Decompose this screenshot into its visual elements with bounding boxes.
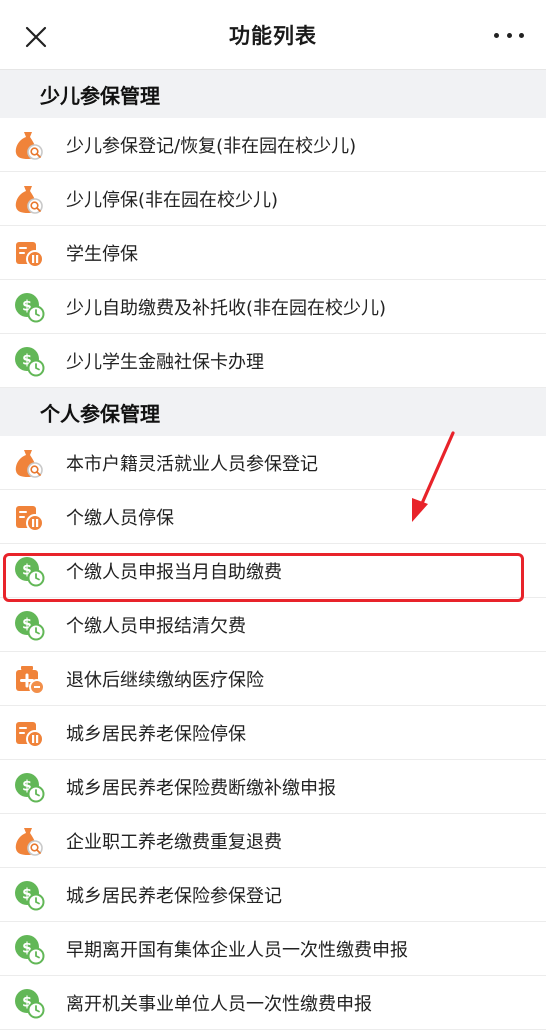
list-item-label: 少儿停保(非在园在校少儿) [66,189,279,211]
list-item[interactable]: 少儿自助缴费及补托收(非在园在校少儿) [0,280,546,334]
list-item[interactable]: 少儿参保登记/恢复(非在园在校少儿) [0,118,546,172]
list-item-label: 本市户籍灵活就业人员参保登记 [66,453,318,475]
list-item-label: 退休后继续缴纳医疗保险 [66,669,264,691]
list-item-label: 城乡居民养老保险费断缴补缴申报 [66,777,336,799]
list-item[interactable]: 少儿学生金融社保卡办理 [0,334,546,388]
list-item-label: 城乡居民养老保险参保登记 [66,885,282,907]
list-item-highlighted[interactable]: 个缴人员申报当月自助缴费 [0,544,546,598]
list-item-label: 企业职工养老缴费重复退费 [66,831,282,853]
list-item-label: 个缴人员停保 [66,507,174,529]
moneybag-search-icon [12,824,46,858]
list-item[interactable]: 少儿停保(非在园在校少儿) [0,172,546,226]
list-item[interactable]: 学生停保 [0,226,546,280]
coin-clock-icon [12,344,46,378]
coin-clock-icon [12,608,46,642]
title-bar: 功能列表 [0,0,546,70]
more-options-icon[interactable] [494,26,524,44]
list-item[interactable]: 本市户籍灵活就业人员参保登记 [0,436,546,490]
coin-clock-icon [12,986,46,1020]
list-item-label: 少儿自助缴费及补托收(非在园在校少儿) [66,297,387,319]
list-item[interactable]: 城乡居民养老保险费断缴补缴申报 [0,760,546,814]
page-title: 功能列表 [229,23,317,48]
coin-clock-icon [12,770,46,804]
pause-card-icon [12,716,46,750]
pause-card-icon [12,236,46,270]
list-item-label: 少儿学生金融社保卡办理 [66,351,264,373]
moneybag-search-icon [12,182,46,216]
list-item-label: 学生停保 [66,243,138,265]
list-item[interactable]: 早期离开国有集体企业人员一次性缴费申报 [0,922,546,976]
list-item[interactable]: 个缴人员申报结清欠费 [0,598,546,652]
coin-clock-icon [12,932,46,966]
coin-clock-icon [12,554,46,588]
list-item[interactable]: 企业职工养老缴费重复退费 [0,814,546,868]
moneybag-search-icon [12,128,46,162]
list-item[interactable]: 个缴人员停保 [0,490,546,544]
list-item[interactable]: 城乡居民养老保险参保登记 [0,868,546,922]
list-item-label: 个缴人员申报当月自助缴费 [66,561,282,583]
list-item[interactable]: 离开机关事业单位人员一次性缴费申报 [0,976,546,1030]
coin-clock-icon [12,290,46,324]
close-icon[interactable] [22,23,50,51]
moneybag-search-icon [12,446,46,480]
list-item[interactable]: 城乡居民养老保险停保 [0,706,546,760]
function-list: 少儿参保管理 少儿参保登记/恢复(非在园在校少儿) 少儿停保(非在园在校少儿) … [0,70,546,1030]
list-item-label: 少儿参保登记/恢复(非在园在校少儿) [66,135,357,157]
coin-clock-icon [12,878,46,912]
list-item[interactable]: 退休后继续缴纳医疗保险 [0,652,546,706]
pause-card-icon [12,500,46,534]
section-header-children-insurance: 少儿参保管理 [0,70,546,118]
list-item-label: 个缴人员申报结清欠费 [66,615,246,637]
list-item-label: 城乡居民养老保险停保 [66,723,246,745]
section-header-personal-insurance: 个人参保管理 [0,388,546,436]
list-item-label: 离开机关事业单位人员一次性缴费申报 [66,993,372,1015]
list-item-label: 早期离开国有集体企业人员一次性缴费申报 [66,939,408,961]
medical-box-icon [12,662,46,696]
